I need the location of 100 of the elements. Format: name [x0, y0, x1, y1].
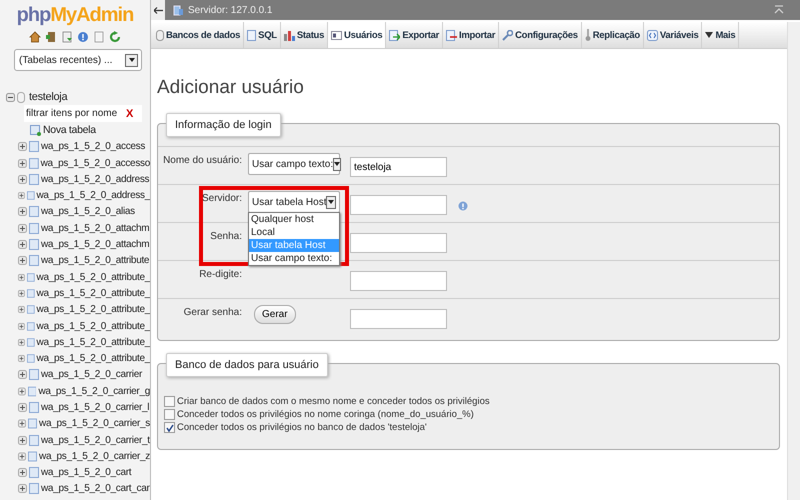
- server-title[interactable]: Servidor: 127.0.0.1: [188, 4, 272, 16]
- expand-icon[interactable]: [18, 174, 27, 184]
- dropdown-option[interactable]: Qualquer host: [249, 213, 339, 226]
- bar-chart-icon: [284, 30, 295, 40]
- exit-icon[interactable]: [45, 31, 57, 43]
- table-name[interactable]: wa_ps_1_5_2_0_address: [41, 174, 150, 185]
- table-name[interactable]: wa_ps_1_5_2_0_carrier_t: [41, 434, 150, 446]
- table-name[interactable]: wa_ps_1_5_2_0_address_: [36, 190, 150, 202]
- checkbox-label[interactable]: Conceder todos os privilégios no banco de dados 'testeloja': [177, 422, 427, 433]
- back-button[interactable]: [151, 0, 165, 20]
- home-icon[interactable]: [29, 31, 41, 43]
- refresh-icon[interactable]: [109, 31, 121, 43]
- expand-icon[interactable]: [18, 191, 25, 200]
- expand-icon[interactable]: [18, 468, 27, 478]
- expand-icon[interactable]: [18, 419, 26, 428]
- collapse-toggle[interactable]: [6, 92, 15, 102]
- text-field[interactable]: [350, 233, 447, 253]
- expand-icon[interactable]: [18, 272, 25, 282]
- table-name[interactable]: wa_ps_1_5_2_0_carrier_s: [39, 418, 150, 430]
- help-icon[interactable]: [458, 201, 468, 211]
- dropdown-option[interactable]: Usar campo texto:: [249, 252, 339, 265]
- text-field[interactable]: [350, 271, 447, 291]
- generate-button[interactable]: Gerar: [254, 305, 296, 324]
- logo[interactable]: phpMyAdmin: [16, 4, 134, 27]
- tab[interactable]: Replicação: [582, 22, 644, 48]
- table-name[interactable]: wa_ps_1_5_2_0_carrier_l: [41, 402, 150, 413]
- table-name[interactable]: wa_ps_1_5_2_0_cart_car: [41, 483, 150, 494]
- help-icon[interactable]: [77, 31, 89, 43]
- checkbox[interactable]: [164, 409, 175, 420]
- collapse-icon[interactable]: [774, 5, 784, 15]
- table-name[interactable]: wa_ps_1_5_2_0_carrier_g: [38, 386, 150, 397]
- tab[interactable]: Configurações: [499, 22, 582, 48]
- table-icon: [29, 239, 39, 250]
- tab[interactable]: Importar: [442, 22, 500, 48]
- type-select[interactable]: Usar tabela Host: [248, 191, 340, 213]
- expand-icon[interactable]: [18, 224, 27, 233]
- table-name[interactable]: wa_ps_1_5_2_0_attribute_: [36, 320, 150, 332]
- expand-icon[interactable]: [18, 322, 25, 330]
- expand-icon[interactable]: [18, 158, 27, 168]
- table-name[interactable]: wa_ps_1_5_2_0_attribute_: [36, 288, 150, 299]
- table-name[interactable]: wa_ps_1_5_2_0_attribute_: [36, 336, 150, 348]
- expand-icon[interactable]: [18, 256, 27, 266]
- table-icon: [29, 141, 39, 152]
- panel-legend: Banco de dados para usuário: [166, 353, 328, 377]
- table-name[interactable]: wa_ps_1_5_2_0_access: [41, 141, 146, 152]
- tab[interactable]: Exportar: [386, 22, 443, 48]
- tab[interactable]: Bancos de dados: [153, 22, 244, 48]
- expand-icon[interactable]: [18, 288, 25, 298]
- text-field[interactable]: [350, 195, 447, 215]
- database-icon: [17, 92, 25, 103]
- table-icon: [29, 174, 39, 185]
- expand-icon[interactable]: [18, 386, 26, 396]
- expand-icon[interactable]: [18, 338, 25, 347]
- table-name[interactable]: wa_ps_1_5_2_0_carrier: [41, 369, 142, 380]
- table-name[interactable]: wa_ps_1_5_2_0_attribute: [41, 255, 150, 266]
- tab[interactable]: Variáveis: [644, 22, 702, 48]
- document-icon[interactable]: [61, 31, 73, 43]
- type-select[interactable]: Usar campo texto:: [248, 153, 340, 175]
- tab[interactable]: SQL: [244, 22, 281, 48]
- table-name[interactable]: wa_ps_1_5_2_0_attachm: [41, 239, 150, 250]
- user-card-icon: [331, 30, 342, 40]
- panel-legend: Informação de login: [166, 113, 281, 137]
- filter-field[interactable]: filtrar itens por nome X: [24, 105, 142, 122]
- database-name[interactable]: testeloja: [29, 91, 68, 104]
- expand-icon[interactable]: [18, 354, 25, 364]
- table-icon: [29, 222, 39, 234]
- clear-filter-button[interactable]: X: [126, 108, 134, 120]
- new-table-link[interactable]: Nova tabela: [43, 124, 96, 136]
- text-field[interactable]: [350, 309, 447, 329]
- text-field[interactable]: testeloja: [350, 157, 447, 177]
- checkbox[interactable]: [164, 396, 175, 407]
- expand-icon[interactable]: [18, 142, 27, 152]
- table-name[interactable]: wa_ps_1_5_2_0_alias: [41, 206, 135, 218]
- tab[interactable]: Mais: [702, 22, 740, 48]
- table-name[interactable]: wa_ps_1_5_2_0_cart: [41, 467, 132, 478]
- field-label: Servidor:: [200, 192, 243, 204]
- recent-tables-select[interactable]: (Tabelas recentes) ...: [14, 49, 142, 71]
- table-icon: [29, 402, 39, 413]
- expand-icon[interactable]: [18, 452, 26, 461]
- expand-icon[interactable]: [18, 436, 27, 445]
- table-name[interactable]: wa_ps_1_5_2_0_attribute_: [36, 304, 150, 316]
- table-name[interactable]: wa_ps_1_5_2_0_carrier_z: [39, 450, 150, 462]
- field-label: Senha:: [209, 230, 243, 242]
- thermometer-icon: [584, 29, 591, 41]
- tab[interactable]: Usuários: [328, 22, 386, 48]
- new-table-icon: [30, 124, 41, 136]
- dropdown-option[interactable]: Local: [249, 226, 339, 239]
- table-name[interactable]: wa_ps_1_5_2_0_accesso: [40, 158, 150, 169]
- table-name[interactable]: wa_ps_1_5_2_0_attribute_: [36, 272, 150, 283]
- expand-icon[interactable]: [18, 402, 27, 412]
- expand-icon[interactable]: [18, 207, 27, 216]
- checkbox-label[interactable]: Criar banco de dados com o mesmo nome e conceder todos os privilégios: [177, 396, 490, 407]
- expand-icon[interactable]: [18, 370, 27, 380]
- expand-icon[interactable]: [18, 305, 25, 314]
- checkbox[interactable]: [164, 422, 175, 433]
- table-name[interactable]: wa_ps_1_5_2_0_attachm: [41, 222, 150, 234]
- expand-icon[interactable]: [18, 484, 27, 494]
- table-name[interactable]: wa_ps_1_5_2_0_attribute_: [36, 353, 150, 364]
- checkbox-label[interactable]: Conceder todos os privilégios no nome coringa (nome_do_usuário_%): [177, 409, 474, 420]
- expand-icon[interactable]: [18, 240, 27, 250]
